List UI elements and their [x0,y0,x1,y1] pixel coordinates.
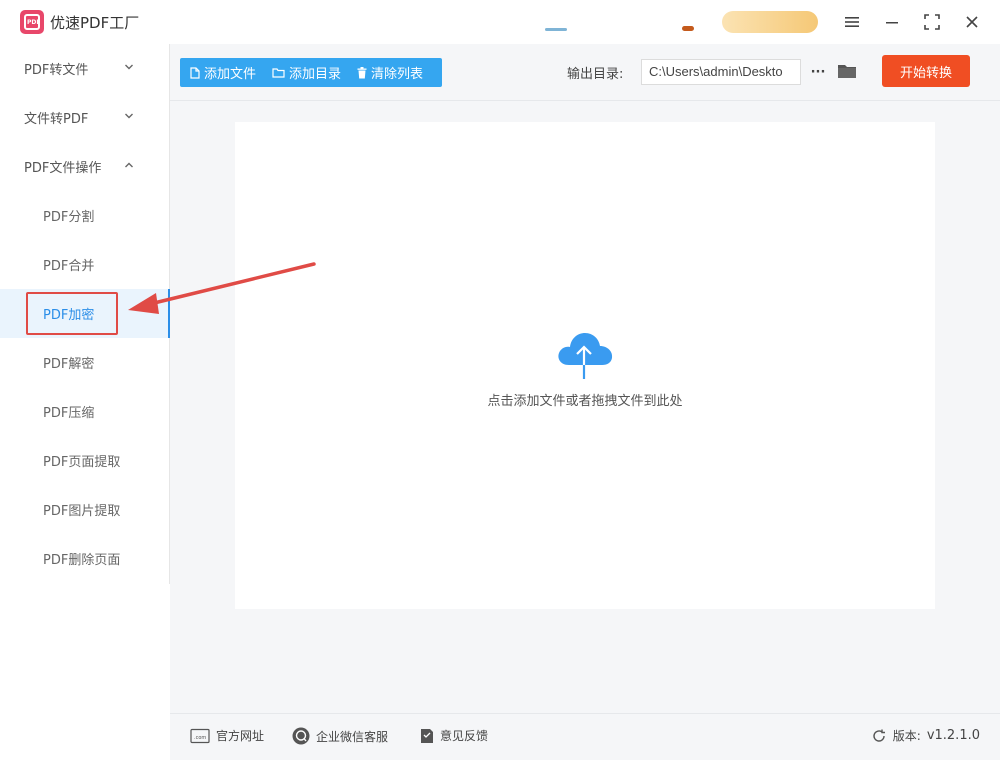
sidebar-item-pdf-split[interactable]: PDF分割 [0,191,169,240]
toolbar: 添加文件 添加目录 清除列表 输出目录: C:\Users\admin\Desk… [170,44,1000,101]
feedback-icon [421,728,433,743]
decoration-icon [545,28,567,31]
sidebar-item-pdf-image-extract[interactable]: PDF图片提取 [0,485,169,534]
website-icon: .com [190,728,210,743]
file-drop-zone[interactable]: 点击添加文件或者拖拽文件到此处 [235,122,935,609]
menu-button[interactable] [838,8,866,36]
title-bar: PDF 优速PDF工厂 [0,0,1000,44]
more-dots-label: ··· [810,64,826,80]
sidebar-item-pdf-delete-page[interactable]: PDF删除页面 [0,534,169,583]
add-folder-label: 添加目录 [289,67,342,82]
sidebar-item-pdf-page-extract[interactable]: PDF页面提取 [0,436,169,485]
minimize-button[interactable] [878,8,906,36]
sidebar: PDF转文件 文件转PDF PDF文件操作 PDF分割 PDF合并 PDF加密 … [0,44,170,584]
sidebar-item-pdf-compress[interactable]: PDF压缩 [0,387,169,436]
official-website-label: 官方网址 [216,729,265,743]
decoration-icon [682,26,694,31]
sidebar-group-label: 文件转PDF [24,112,89,127]
sidebar-item-pdf-merge[interactable]: PDF合并 [0,240,169,289]
sidebar-item-label: PDF图片提取 [43,504,121,519]
wechat-support-label: 企业微信客服 [316,729,389,744]
close-icon [966,16,978,28]
wechat-support-icon [292,727,310,745]
maximize-icon [924,14,940,30]
sidebar-item-label: PDF合并 [43,259,95,274]
sidebar-group-label: PDF转文件 [24,63,89,78]
svg-text:.com: .com [194,735,206,741]
sidebar-item-label: PDF压缩 [43,406,95,421]
trash-icon [357,66,367,78]
official-website-link[interactable]: .com 官方网址 [190,727,264,744]
version-info: 版本: v1.2.1.0 [871,727,980,744]
app-logo-text: PDF [27,19,41,26]
output-dir-label: 输出目录: [567,67,624,82]
cloud-upload-icon [558,333,613,379]
feedback-label: 意见反馈 [440,729,489,743]
version-number: v1.2.1.0 [926,728,980,743]
add-file-label: 添加文件 [204,67,257,82]
clear-list-button[interactable]: 清除列表 [357,63,423,82]
file-actions-group: 添加文件 添加目录 清除列表 [180,58,442,87]
sidebar-item-label: PDF解密 [43,357,95,372]
add-folder-button[interactable]: 添加目录 [272,63,341,82]
footer-bar: .com 官方网址 企业微信客服 意见反馈 版本: v1.2.1.0 [170,713,1000,760]
maximize-button[interactable] [918,8,946,36]
minimize-icon [886,22,898,24]
clear-list-label: 清除列表 [371,67,424,82]
output-dir-field[interactable]: C:\Users\admin\Deskto [641,59,801,85]
promo-banner[interactable] [722,11,818,33]
feedback-link[interactable]: 意见反馈 [420,727,488,744]
hamburger-icon [845,17,859,27]
sidebar-group-file-to-pdf[interactable]: 文件转PDF [0,93,169,142]
sidebar-item-label: PDF加密 [43,308,95,323]
file-icon [190,66,200,79]
close-button[interactable] [958,8,986,36]
chevron-down-icon [125,64,133,70]
chevron-up-icon [125,162,133,168]
start-convert-button[interactable]: 开始转换 [882,55,970,87]
chevron-down-icon [125,113,133,119]
app-logo-icon: PDF [20,10,44,34]
wechat-support-link[interactable]: 企业微信客服 [292,727,388,745]
refresh-icon[interactable] [871,728,887,744]
sidebar-item-label: PDF分割 [43,210,95,225]
browse-more-button[interactable]: ··· [808,59,828,85]
sidebar-group-label: PDF文件操作 [24,161,102,176]
sidebar-item-label: PDF页面提取 [43,455,121,470]
version-label: 版本: [892,729,921,743]
drop-zone-hint: 点击添加文件或者拖拽文件到此处 [487,394,683,409]
folder-outline-icon [272,68,285,78]
open-folder-icon[interactable] [836,60,858,82]
add-file-button[interactable]: 添加文件 [190,63,256,82]
sidebar-group-pdf-operations[interactable]: PDF文件操作 [0,142,169,191]
sidebar-item-pdf-encrypt[interactable]: PDF加密 [0,289,170,338]
sidebar-group-pdf-to-file[interactable]: PDF转文件 [0,44,169,93]
main-area: 点击添加文件或者拖拽文件到此处 [170,101,1000,713]
sidebar-item-pdf-decrypt[interactable]: PDF解密 [0,338,169,387]
sidebar-item-label: PDF删除页面 [43,553,121,568]
app-title: 优速PDF工厂 [50,14,140,32]
